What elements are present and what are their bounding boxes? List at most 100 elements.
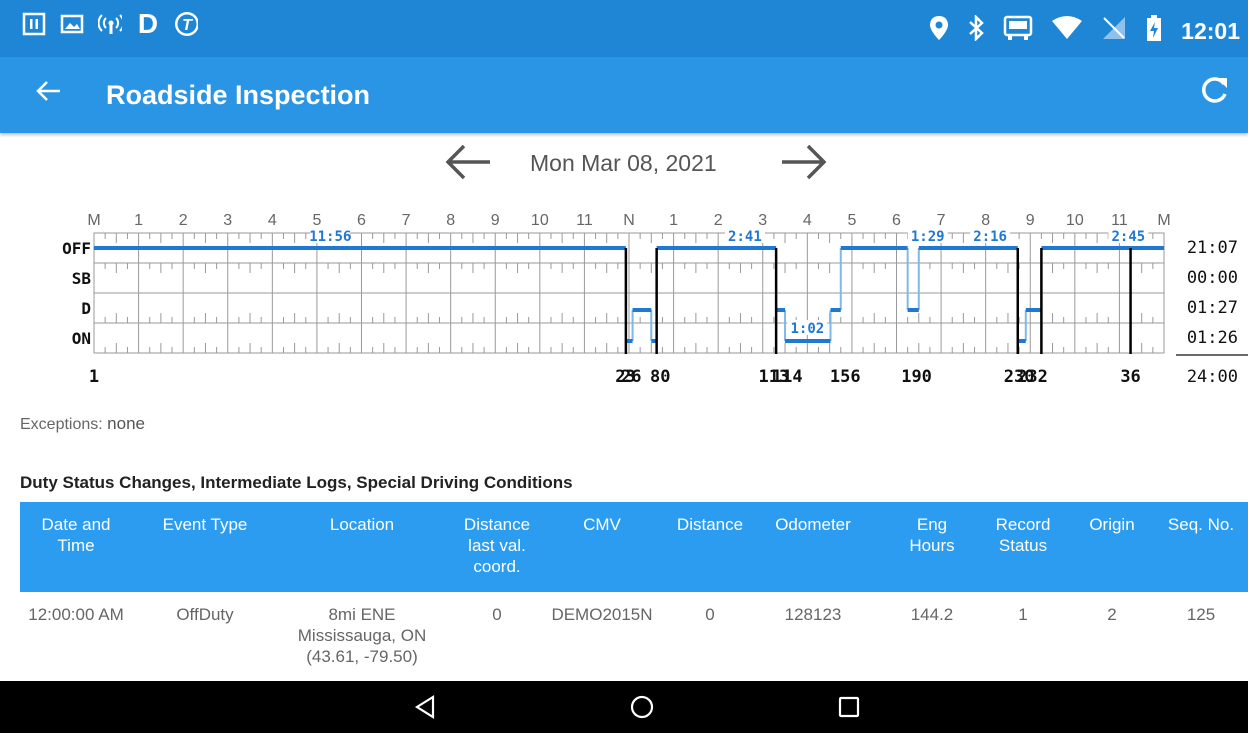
- svg-text:T: T: [182, 17, 193, 34]
- column-header: Date and Time: [20, 514, 132, 556]
- column-header: Eng Hours: [892, 514, 972, 556]
- refresh-button[interactable]: [1200, 75, 1230, 113]
- nav-recents-button[interactable]: [836, 693, 862, 726]
- chart-hour-label: 6: [357, 212, 366, 229]
- column-header: Record Status: [980, 514, 1066, 556]
- cell-eng-hours: 144.2: [892, 604, 972, 625]
- chart-duration-label: 1:29: [911, 229, 945, 245]
- image-icon: [60, 12, 84, 36]
- column-header-line: Odometer: [775, 515, 851, 534]
- column-header-line: Distance: [463, 515, 531, 534]
- chart-row-total: 01:26: [1187, 328, 1238, 348]
- chart-hour-label: 4: [268, 212, 277, 229]
- cell-text-line: (43.61, -79.50): [306, 647, 418, 666]
- chart-duration-label: 11:56: [309, 229, 351, 245]
- section-title: Duty Status Changes, Intermediate Logs, …: [20, 473, 573, 492]
- chart-hour-label: 1: [134, 212, 143, 229]
- date-navigator: Mon Mar 08, 2021: [0, 140, 1248, 190]
- chart-hour-label: 11: [1111, 212, 1128, 229]
- cell-cmv: DEMO2015N: [547, 604, 657, 625]
- column-header: Location: [282, 514, 442, 535]
- cell-text-line: DEMO2015N: [551, 605, 653, 624]
- chart-hour-label: 7: [402, 212, 411, 229]
- app-bar: Roadside Inspection: [0, 57, 1248, 133]
- cell-record-status: 1: [980, 604, 1066, 625]
- chart-hour-label: 10: [1066, 212, 1084, 229]
- cell-text-line: 8mi ENE: [328, 605, 396, 624]
- chart-event-label: 36: [1120, 367, 1140, 387]
- chart-row-label: SB: [72, 269, 92, 288]
- back-button[interactable]: [34, 77, 62, 113]
- chart-row-label: ON: [72, 329, 91, 348]
- cell-text-line: 2: [1107, 605, 1117, 624]
- column-header-line: coord.: [473, 557, 521, 576]
- chart-hour-label: N: [623, 212, 635, 229]
- status-bar: D T 12:01: [0, 0, 1248, 57]
- previous-day-button[interactable]: [444, 140, 492, 191]
- cell-event-type: OffDuty: [140, 604, 270, 625]
- t-app-icon: T: [174, 12, 198, 36]
- table-header: Date and Time Event Type Location Distance la…: [20, 502, 1248, 592]
- chart-row-label: OFF: [62, 239, 91, 258]
- chart-row-total: 00:00: [1187, 268, 1238, 288]
- bluetooth-icon: [967, 13, 985, 48]
- nav-home-button[interactable]: [628, 693, 656, 726]
- column-header-line: Hours: [909, 536, 955, 555]
- column-header-line: Date and: [41, 515, 111, 534]
- chart-hour-label: M: [1157, 212, 1170, 229]
- table-row[interactable]: 12:00:00 AM OffDuty 8mi ENE Mississauga, ON…: [20, 598, 1248, 680]
- cast-icon: [1003, 15, 1033, 48]
- chart-hour-label: 9: [1026, 212, 1035, 229]
- cell-text-line: OffDuty: [176, 605, 234, 624]
- cell-text-line: 12:00:00 AM: [28, 605, 124, 624]
- chart-hour-label: 5: [312, 212, 321, 229]
- cell-text-line: 0: [705, 605, 715, 624]
- chart-hour-label: 2: [179, 212, 188, 229]
- recents-square-icon: [838, 696, 860, 718]
- column-header-line: Status: [998, 536, 1048, 555]
- nav-back-button[interactable]: [413, 693, 439, 726]
- arrow-left-icon: [445, 144, 490, 180]
- refresh-icon: [1202, 77, 1227, 103]
- chart-hour-label: 7: [937, 212, 946, 229]
- d-app-icon: D: [137, 8, 159, 39]
- column-header-line: Time: [57, 536, 95, 555]
- duty-log-chart: M 1 2 3 4 5 6 7 8 9 10 11 N 1 2 3 4 5 6 7 8 9 10 11 M OFF SB D ON 21:…: [62, 212, 1248, 387]
- chart-hour-label: 6: [892, 212, 901, 229]
- cell-distance-last: 0: [452, 604, 542, 625]
- cell-origin: 2: [1072, 604, 1152, 625]
- cell-text-line: 1: [1018, 605, 1028, 624]
- column-header-line: Event Type: [162, 515, 248, 534]
- column-header: Odometer: [755, 514, 871, 535]
- chart-hour-label: 1: [669, 212, 678, 229]
- chart-grand-total: 24:00: [1187, 367, 1238, 387]
- column-header: Seq. No.: [1156, 514, 1246, 535]
- back-triangle-icon: [414, 695, 435, 719]
- column-header: Event Type: [140, 514, 270, 535]
- chart-hour-label: 3: [223, 212, 232, 229]
- chart-duration-label: 2:16: [973, 229, 1007, 245]
- page-title: Roadside Inspection: [106, 80, 371, 110]
- column-header: Distance: [672, 514, 748, 535]
- chart-duration-label: 2:45: [1111, 229, 1145, 245]
- location-icon: [929, 15, 949, 48]
- chart-hour-label: 4: [803, 212, 812, 229]
- cell-location: 8mi ENE Mississauga, ON (43.61, -79.50): [282, 604, 442, 667]
- arrow-right-icon: [782, 144, 827, 180]
- current-date: Mon Mar 08, 2021: [530, 150, 717, 176]
- next-day-button[interactable]: [780, 140, 828, 191]
- chart-hour-label: 8: [446, 212, 455, 229]
- cell-text-line: Mississauga, ON: [297, 626, 427, 645]
- clock-time: 12:01: [1181, 18, 1240, 44]
- chart-hour-label: 2: [714, 212, 723, 229]
- chart-row-label: D: [81, 299, 91, 318]
- chart-event-label: 114: [772, 367, 803, 387]
- chart-hour-label: 11: [576, 212, 593, 229]
- cell-text-line: 128123: [784, 605, 842, 624]
- broadcast-icon: [98, 12, 122, 36]
- cell-seq-no: 125: [1156, 604, 1246, 625]
- arrow-left-icon: [36, 81, 60, 101]
- cell-text-line: 125: [1186, 605, 1216, 624]
- column-header-line: last val.: [468, 536, 526, 555]
- wifi-icon: [1051, 15, 1083, 48]
